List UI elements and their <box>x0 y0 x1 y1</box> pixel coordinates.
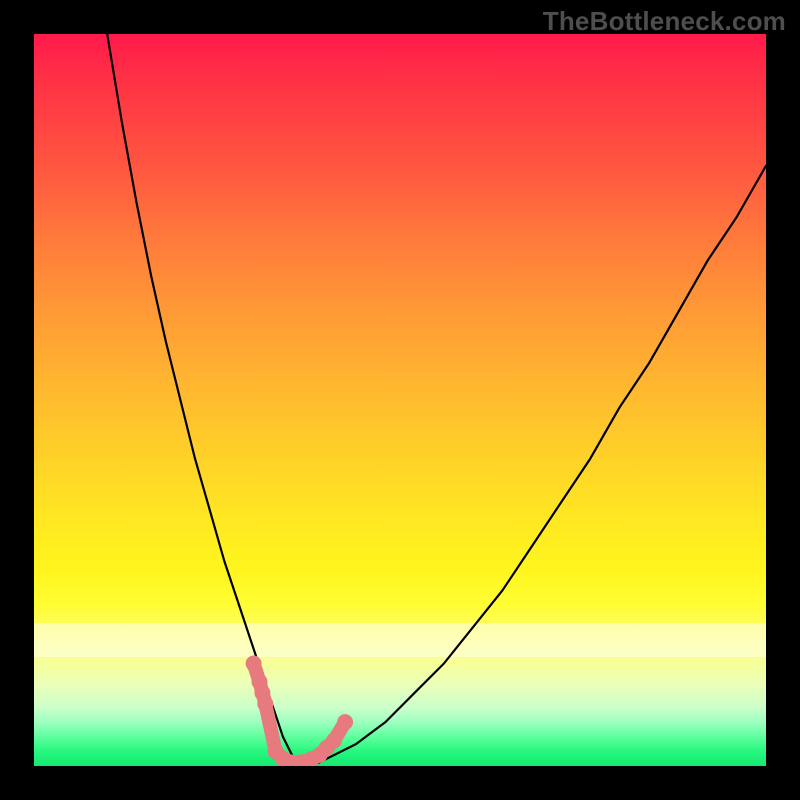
chart-svg <box>34 34 766 766</box>
bottleneck-curve-line <box>107 34 766 766</box>
watermark-text: TheBottleneck.com <box>543 6 786 37</box>
plot-area <box>34 34 766 766</box>
chart-frame: TheBottleneck.com <box>0 0 800 800</box>
